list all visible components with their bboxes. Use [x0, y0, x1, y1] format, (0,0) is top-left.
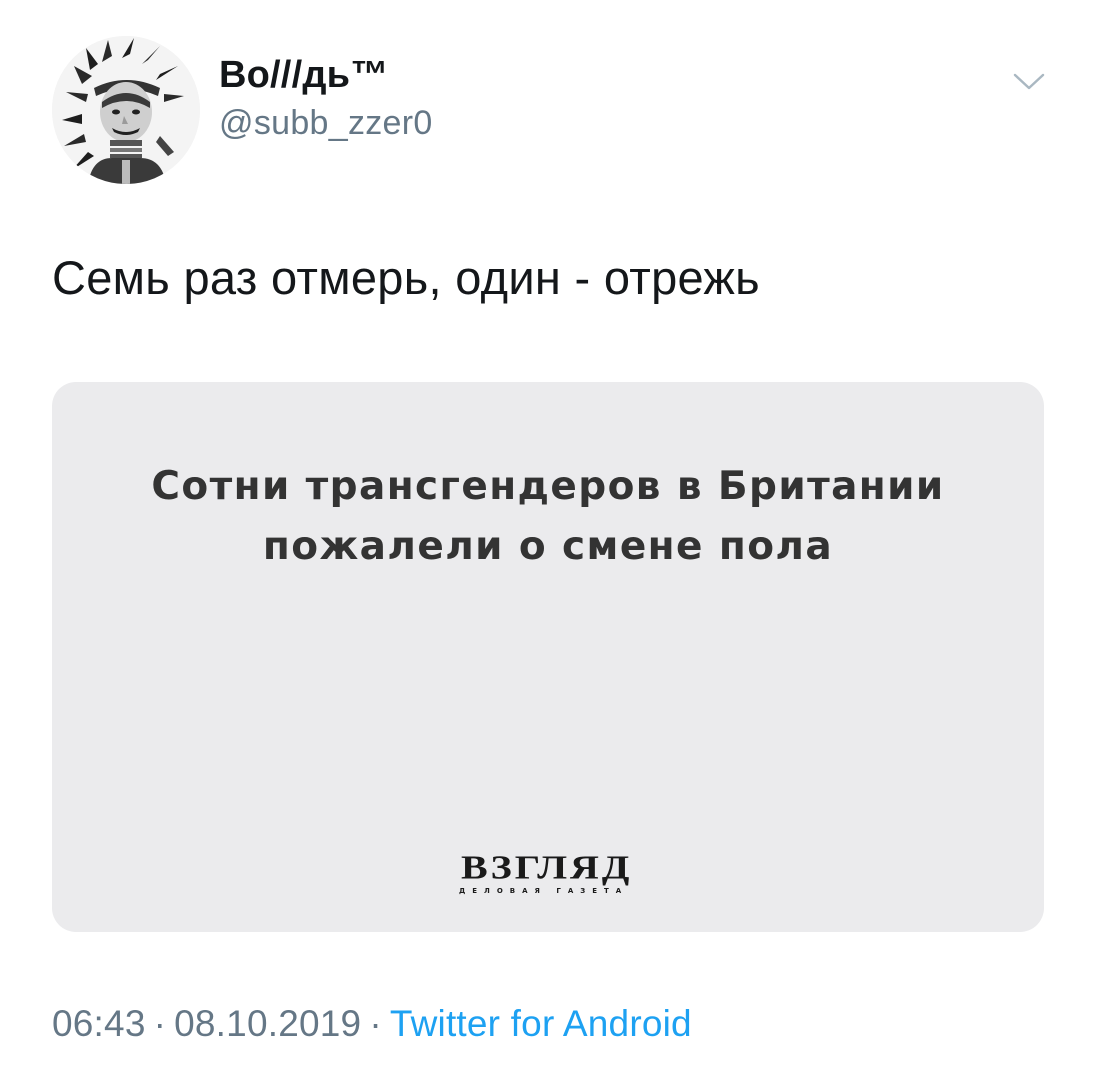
- link-preview-card[interactable]: Сотни трансгендеров в Британии пожалели …: [52, 382, 1044, 932]
- publisher-logo-wordmark: ВЗГЛЯД: [461, 847, 633, 887]
- card-headline-line-2: пожалели о смене пола: [262, 524, 834, 569]
- tweet-source-link[interactable]: Twitter for Android: [390, 1003, 692, 1044]
- meta-separator: ·: [153, 1003, 167, 1044]
- publisher-logo-tagline: ДЕЛОВАЯ ГАЗЕТА: [459, 887, 629, 895]
- tweet-meta: 06:43 · 08.10.2019 · Twitter for Android: [52, 1003, 692, 1045]
- author-handle[interactable]: @subb_zzer0: [219, 104, 433, 143]
- tweet-date[interactable]: 08.10.2019: [174, 1003, 361, 1044]
- tweet: Во///дь™ @subb_zzer0 Семь раз отмерь, од…: [0, 0, 1097, 1080]
- avatar[interactable]: [52, 36, 200, 184]
- avatar-image: [52, 36, 200, 184]
- author-display-name[interactable]: Во///дь™: [219, 54, 388, 97]
- tweet-text: Семь раз отмерь, один - отрежь: [52, 251, 760, 304]
- chevron-down-icon[interactable]: [1012, 70, 1046, 94]
- publisher-logo: ВЗГЛЯД ДЕЛОВАЯ ГАЗЕТА: [457, 847, 652, 907]
- tweet-time[interactable]: 06:43: [52, 1003, 146, 1044]
- card-headline-line-1: Сотни трансгендеров в Британии: [151, 464, 945, 509]
- meta-separator: ·: [369, 1003, 382, 1044]
